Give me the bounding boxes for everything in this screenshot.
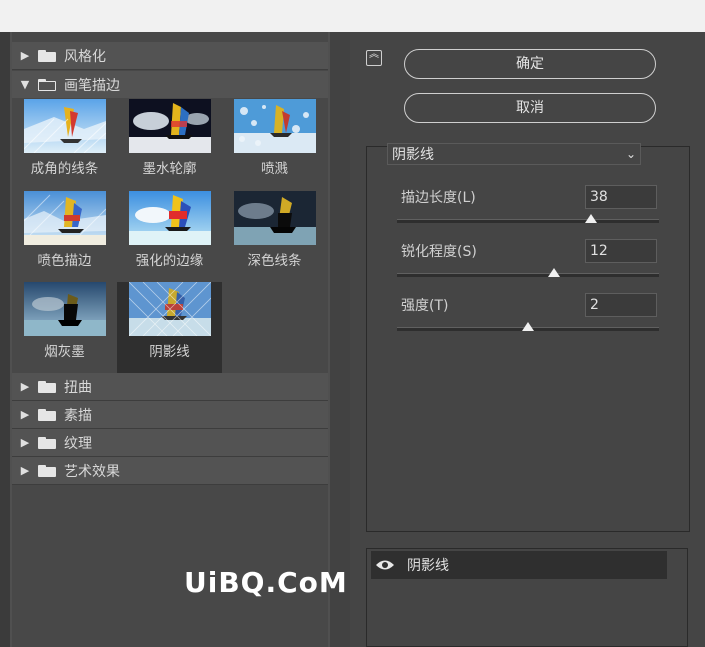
category-stylize[interactable]: ▶ 风格化 — [12, 42, 328, 70]
thumbnail-label: 烟灰墨 — [44, 344, 85, 360]
chevron-down-icon: ⌄ — [625, 147, 637, 161]
thumb-ink-outlines[interactable]: 墨水轮廓 — [117, 99, 222, 191]
watermark-text: UiBQ.CoM — [184, 566, 348, 599]
thumbnail-image — [24, 99, 106, 153]
category-brush-strokes[interactable]: ▼ 画笔描边 — [12, 71, 328, 98]
thumb-sprayed-strokes[interactable]: 喷色描边 — [12, 191, 117, 283]
folder-icon — [38, 380, 56, 393]
expand-triangle-icon[interactable]: ▶ — [16, 408, 34, 421]
thumbnail-image — [129, 282, 211, 336]
thumbnail-label: 阴影线 — [149, 344, 190, 360]
category-label: 风格化 — [64, 48, 106, 65]
effect-layers-box: 阴影线 — [366, 548, 688, 647]
thumbnail-label: 强化的边缘 — [135, 253, 204, 269]
thumb-dark-strokes[interactable]: 深色线条 — [222, 191, 327, 283]
strength-slider-thumb[interactable] — [522, 322, 534, 331]
sharpness-slider-thumb[interactable] — [548, 268, 561, 277]
folder-icon — [38, 49, 56, 62]
folder-icon — [38, 436, 56, 449]
expand-triangle-icon[interactable]: ▶ — [16, 49, 34, 62]
thumbnail-image — [129, 99, 211, 153]
left-gutter — [0, 32, 10, 647]
eye-icon[interactable] — [375, 558, 395, 572]
thumb-accented-edges[interactable]: 强化的边缘 — [117, 191, 222, 283]
stroke-length-slider[interactable] — [397, 219, 659, 223]
stroke-length-slider-thumb[interactable] — [584, 214, 597, 223]
thumbnail-image — [234, 191, 316, 245]
filter-select-dropdown[interactable]: 阴影线 ⌄ — [387, 143, 641, 165]
thumbnail-image — [234, 99, 316, 153]
thumbnail-label: 喷色描边 — [37, 253, 92, 269]
thumbnail-label: 墨水轮廓 — [142, 161, 197, 177]
thumb-angled-strokes[interactable]: 成角的线条 — [12, 99, 117, 191]
open-folder-icon — [38, 78, 56, 91]
strength-label: 强度(T) — [401, 298, 449, 314]
category-label: 扭曲 — [64, 379, 92, 396]
expand-triangle-icon[interactable]: ▶ — [16, 464, 34, 477]
category-label: 艺术效果 — [64, 463, 120, 480]
sharpness-label: 锐化程度(S) — [401, 244, 477, 260]
thumbnail-image — [129, 191, 211, 245]
expand-triangle-icon[interactable]: ▶ — [16, 436, 34, 449]
double-chevron-up-icon: ︽ — [369, 49, 379, 60]
expand-triangle-icon[interactable]: ▶ — [16, 380, 34, 393]
collapse-gallery-button[interactable]: ︽ — [366, 50, 382, 66]
category-texture[interactable]: ▶ 纹理 — [12, 429, 328, 457]
thumb-spatter[interactable]: 喷溅 — [222, 99, 327, 191]
thumb-sumi-e[interactable]: 烟灰墨 — [12, 282, 117, 374]
category-label: 纹理 — [64, 435, 92, 452]
folder-icon — [38, 408, 56, 421]
category-sketch[interactable]: ▶ 素描 — [12, 401, 328, 429]
strength-input[interactable]: 2 — [585, 293, 657, 317]
category-distort[interactable]: ▶ 扭曲 — [12, 373, 328, 401]
thumbnail-label: 深色线条 — [247, 253, 302, 269]
category-label: 素描 — [64, 407, 92, 424]
top-bar — [0, 0, 705, 32]
filter-settings-panel: ︽ 确定 取消 阴影线 ⌄ 描边长度(L) 38 锐化程度(S) 12 强度(T… — [350, 32, 705, 647]
stroke-length-input[interactable]: 38 — [585, 185, 657, 209]
category-artistic[interactable]: ▶ 艺术效果 — [12, 457, 328, 485]
cancel-button[interactable]: 取消 — [404, 93, 656, 123]
filter-options-box: 阴影线 ⌄ 描边长度(L) 38 锐化程度(S) 12 强度(T) 2 — [366, 143, 690, 532]
thumbnail-label: 喷溅 — [261, 161, 288, 177]
effect-layer-row[interactable]: 阴影线 — [371, 551, 667, 579]
category-label: 画笔描边 — [64, 77, 120, 94]
effect-layer-label: 阴影线 — [407, 558, 449, 574]
collapse-triangle-icon[interactable]: ▼ — [16, 78, 34, 91]
ok-button[interactable]: 确定 — [404, 49, 656, 79]
thumb-crosshatch-selected[interactable]: 阴影线 — [117, 282, 222, 374]
stroke-length-label: 描边长度(L) — [401, 190, 476, 206]
filter-select-value: 阴影线 — [392, 147, 434, 163]
thumbnail-image — [24, 282, 106, 336]
thumbnail-image — [24, 191, 106, 245]
thumbnail-label: 成角的线条 — [30, 161, 99, 177]
sharpness-slider[interactable] — [397, 273, 659, 277]
filter-gallery-panel: ▶ 风格化 ▼ 画笔描边 成角的线条 墨水轮廓 喷溅 喷色描边 强化的边缘 深色… — [0, 32, 351, 647]
folder-icon — [38, 464, 56, 477]
sharpness-input[interactable]: 12 — [585, 239, 657, 263]
filter-list-scrollbar[interactable] — [330, 32, 350, 647]
